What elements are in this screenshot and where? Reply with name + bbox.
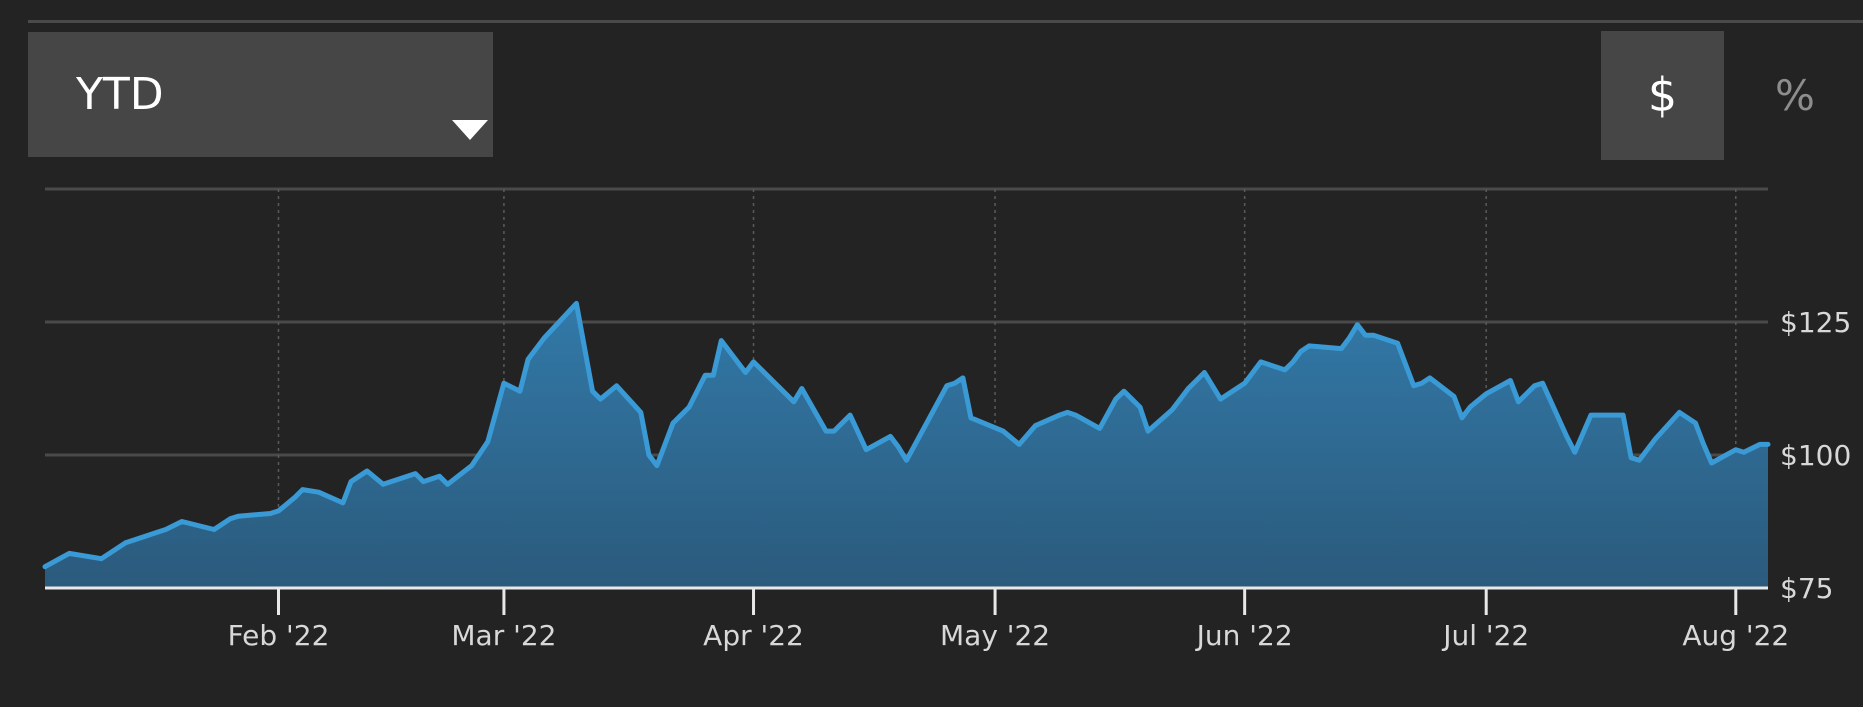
x-tick-label: Jul '22 (1441, 619, 1529, 652)
y-tick-label: $125 (1780, 306, 1851, 339)
y-tick-label: $100 (1780, 439, 1851, 472)
x-tick-label: Feb '22 (228, 619, 330, 652)
x-tick-label: Apr '22 (703, 619, 804, 652)
x-tick-label: Mar '22 (451, 619, 556, 652)
y-tick-label: $75 (1780, 572, 1833, 605)
x-tick-label: May '22 (940, 619, 1050, 652)
series-area (45, 303, 1768, 588)
price-chart: Feb '22 Mar '22 Apr '22 May '22 Jun '22 Jul '… (42, 187, 1851, 652)
x-tick-label: Jun '22 (1195, 619, 1293, 652)
x-tick-label: Aug '22 (1682, 619, 1789, 652)
